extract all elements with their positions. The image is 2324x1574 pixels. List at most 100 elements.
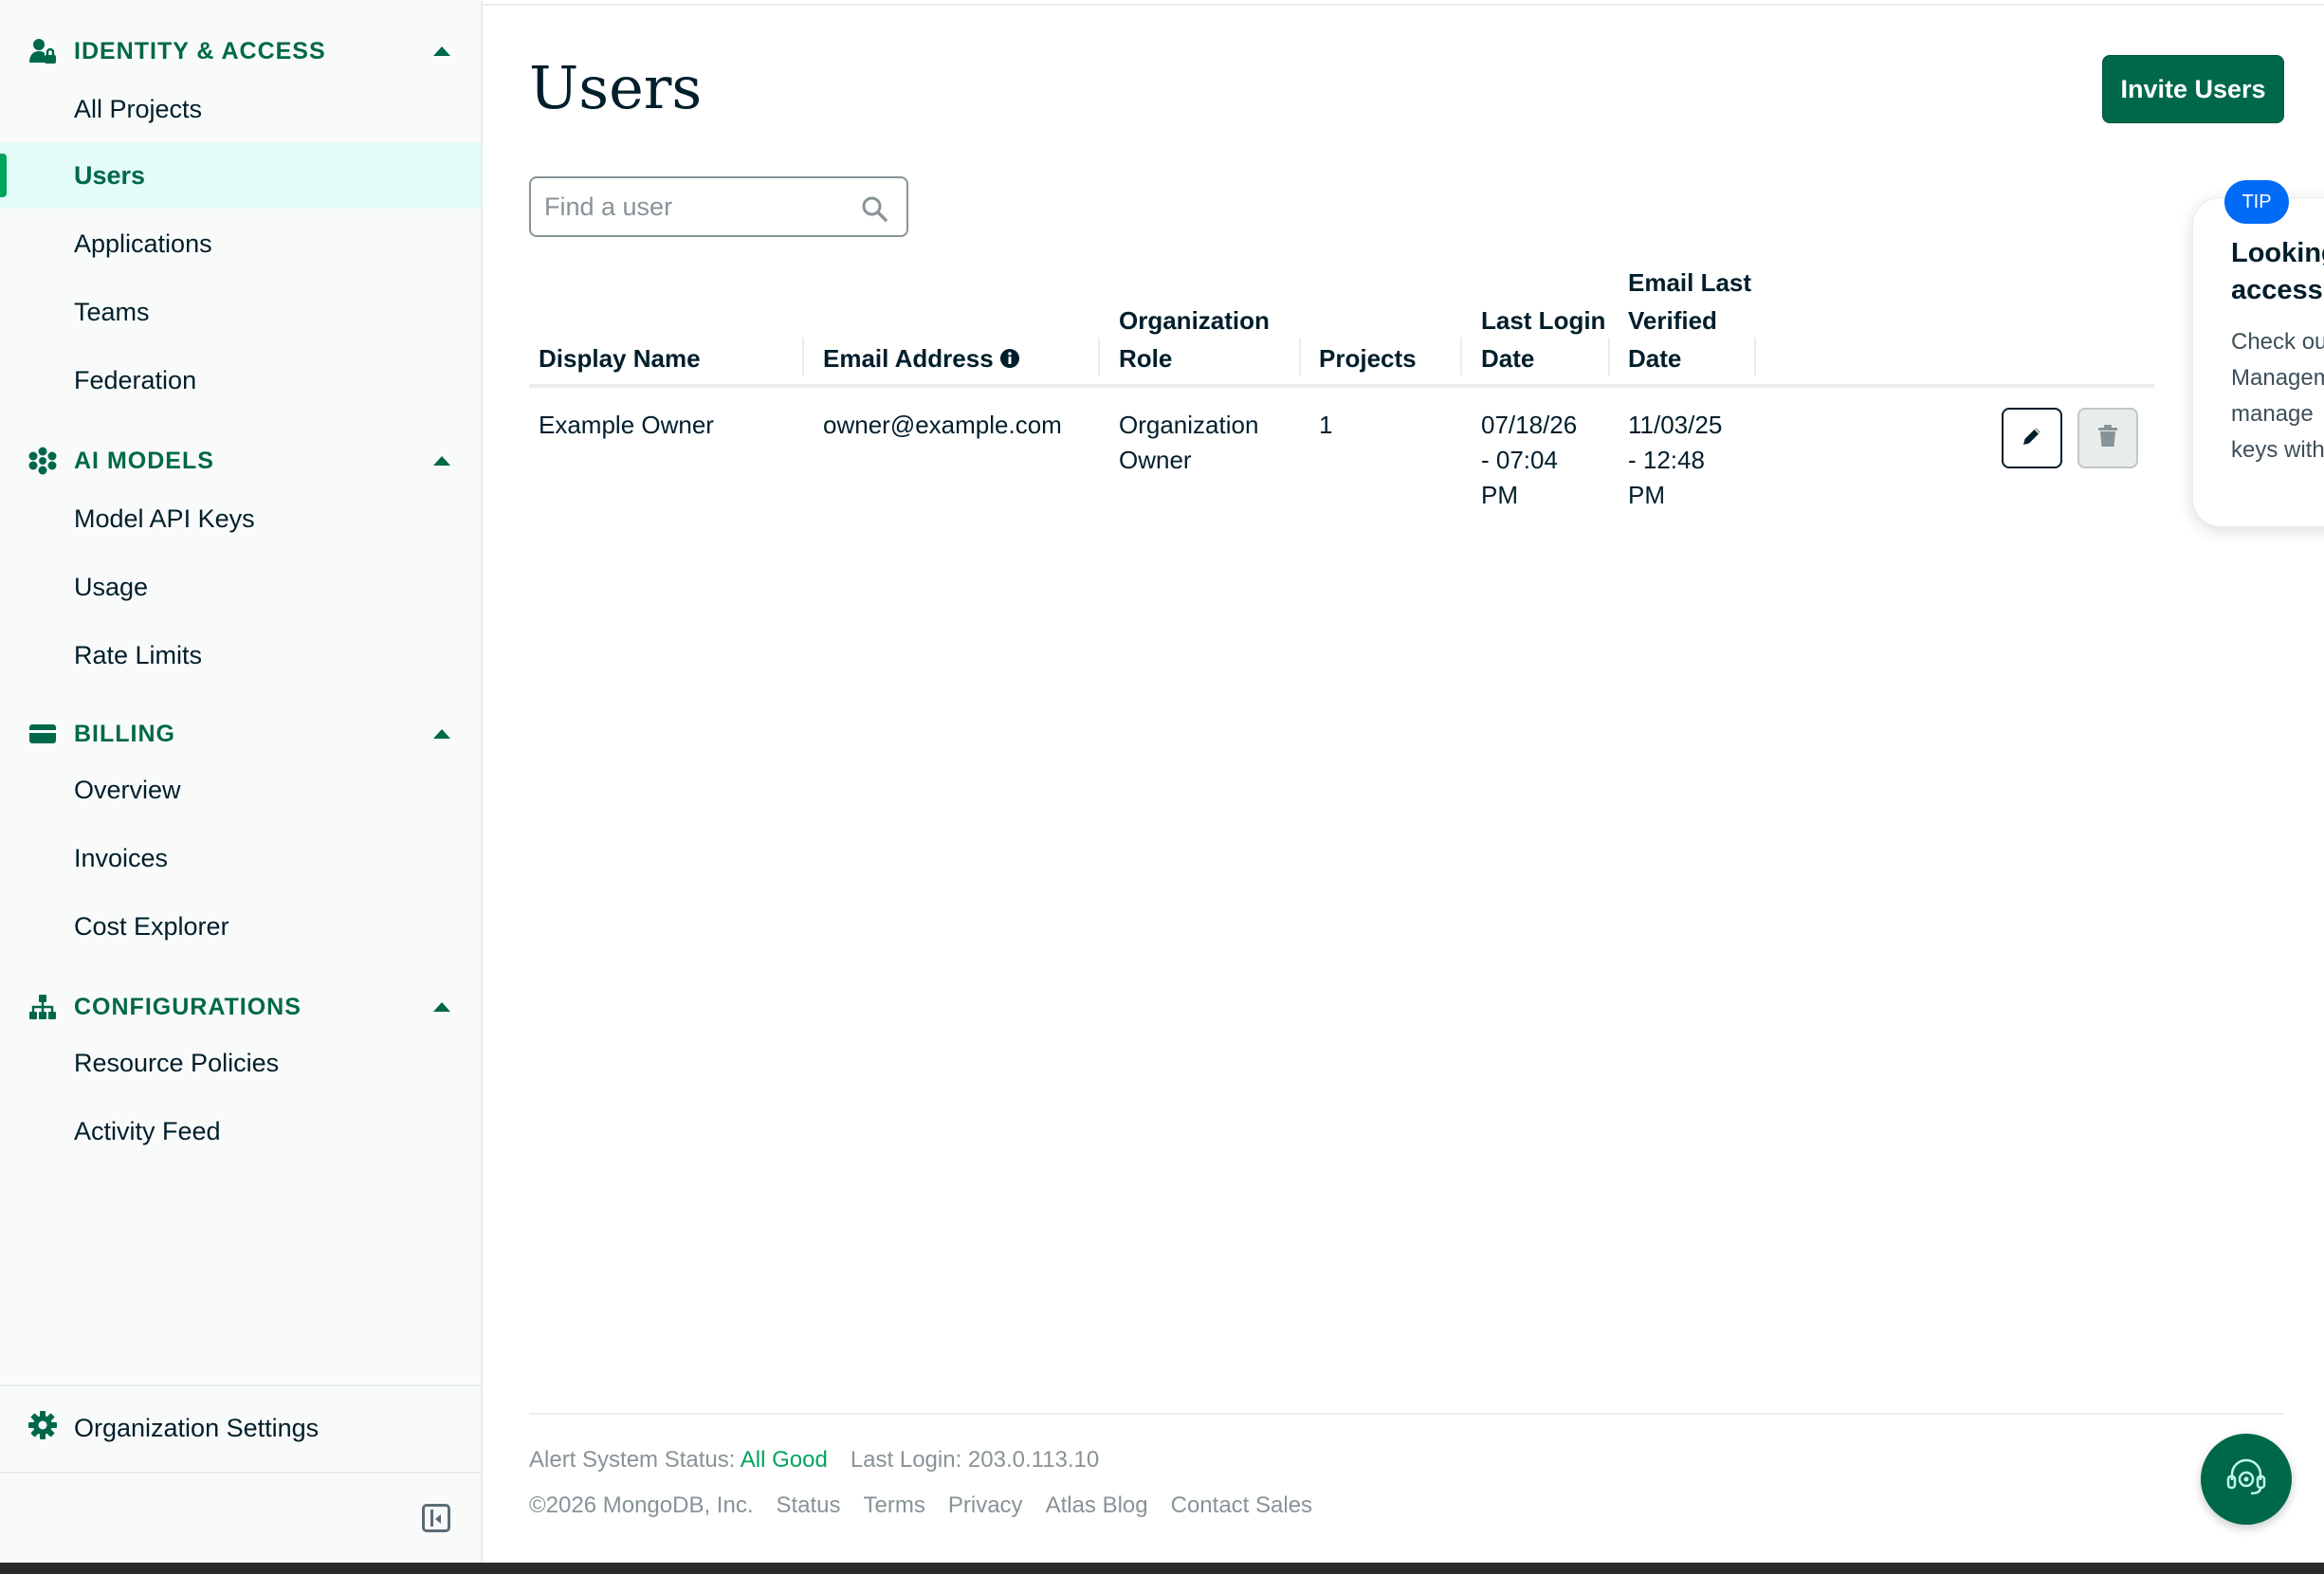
search-icon[interactable] [861, 195, 888, 222]
footer-links-row: ©2026 MongoDB, Inc. Status Terms Privacy… [529, 1492, 1312, 1519]
footer-status-row: Alert System Status: All Good Last Login… [529, 1447, 1099, 1473]
caret-up-icon [433, 729, 450, 739]
column-header-email-verified-line2: Verified [1628, 306, 1717, 335]
alert-status-value[interactable]: All Good [741, 1447, 828, 1473]
footer-link-terms[interactable]: Terms [864, 1492, 925, 1519]
sidebar-item-activity-feed[interactable]: Activity Feed [0, 1098, 481, 1164]
column-header-org-role-line2: Role [1119, 344, 1173, 373]
organization-settings-label: Organization Settings [74, 1413, 320, 1442]
section-configurations[interactable]: CONFIGURATIONS [28, 988, 450, 1026]
tip-title: Looking access [2231, 235, 2324, 309]
tip-body-line4: keys with [2231, 437, 2324, 463]
last-login-info: Last Login: 203.0.113.10 [850, 1447, 1100, 1473]
sidebar-item-invoices[interactable]: Invoices [0, 825, 481, 891]
delete-user-button[interactable] [2077, 408, 2138, 468]
tip-title-line2: access [2231, 275, 2323, 305]
cell-email-verified-line2: - 12:48 [1628, 446, 1705, 474]
search-field[interactable] [529, 176, 908, 237]
tip-badge: TIP [2224, 180, 2289, 224]
column-header-last-login-line2: Date [1481, 344, 1535, 373]
column-separator [1608, 338, 1610, 375]
column-header-email-verified[interactable]: Email Last Verified Date [1628, 264, 1751, 377]
cell-email-verified: 11/03/25 - 12:48 PM [1628, 408, 1722, 513]
section-title: BILLING [74, 720, 175, 747]
edit-user-button[interactable] [2002, 408, 2062, 468]
copyright: ©2026 MongoDB, Inc. [529, 1492, 754, 1518]
sidebar-divider [0, 1384, 481, 1386]
sidebar-item-all-projects[interactable]: All Projects [0, 76, 481, 142]
organization-settings-link[interactable]: Organization Settings [28, 1409, 319, 1447]
footer-link-privacy[interactable]: Privacy [948, 1492, 1023, 1519]
column-separator [1460, 338, 1462, 375]
info-icon[interactable] [999, 348, 1020, 369]
column-header-org-role[interactable]: Organization Role [1119, 302, 1270, 377]
footer-link-atlas-blog[interactable]: Atlas Blog [1046, 1492, 1148, 1519]
invite-users-button[interactable]: Invite Users [2102, 55, 2284, 123]
sidebar-item-applications[interactable]: Applications [0, 210, 481, 277]
table-header-border [529, 384, 2154, 388]
column-header-projects[interactable]: Projects [1319, 339, 1417, 377]
support-chat-button[interactable] [2201, 1434, 2292, 1525]
column-header-email-label: Email Address [823, 344, 994, 373]
cell-email-verified-line3: PM [1628, 481, 1665, 509]
caret-up-icon [433, 1002, 450, 1012]
caret-up-icon [433, 456, 450, 466]
column-separator [1098, 338, 1100, 375]
ai-models-icon [28, 447, 57, 475]
tip-body-line1: Check out [2231, 329, 2324, 355]
credit-card-icon [28, 720, 57, 748]
cell-org-role-line1: Organization [1119, 411, 1259, 439]
column-header-email[interactable]: Email Address [823, 339, 1020, 377]
section-billing[interactable]: BILLING [28, 715, 450, 753]
sidebar-item-federation[interactable]: Federation [0, 347, 481, 413]
sidebar-item-teams[interactable]: Teams [0, 279, 481, 345]
sidebar: IDENTITY & ACCESS All Projects Users App… [0, 0, 483, 1563]
footer-link-contact-sales[interactable]: Contact Sales [1171, 1492, 1312, 1519]
sidebar-item-model-api-keys[interactable]: Model API Keys [0, 485, 481, 552]
column-header-email-verified-line3: Date [1628, 344, 1682, 373]
hierarchy-icon [28, 993, 57, 1021]
cell-email-verified-line1: 11/03/25 [1628, 411, 1723, 439]
page-title: Users [529, 53, 703, 122]
cell-last-login-line3: PM [1481, 481, 1518, 509]
collapse-sidebar-icon[interactable] [422, 1504, 450, 1532]
trash-icon [2096, 424, 2119, 453]
window-bottom-bar [0, 1563, 2324, 1574]
tip-body-line3: manage [2231, 401, 2314, 427]
section-title: AI MODELS [74, 447, 214, 474]
cell-display-name: Example Owner [539, 411, 714, 439]
sidebar-item-cost-explorer[interactable]: Cost Explorer [0, 893, 481, 960]
cell-org-role-line2: Owner [1119, 446, 1192, 474]
section-title: CONFIGURATIONS [74, 993, 302, 1020]
sidebar-item-rate-limits[interactable]: Rate Limits [0, 622, 481, 688]
tip-body-line2: Managem [2231, 365, 2324, 391]
column-header-display-name[interactable]: Display Name [539, 339, 701, 377]
alert-status: Alert System Status: All Good [529, 1447, 828, 1473]
footer-link-status[interactable]: Status [776, 1492, 840, 1519]
person-lock-icon [28, 37, 57, 65]
column-header-org-role-line1: Organization [1119, 306, 1270, 335]
gear-icon [28, 1410, 57, 1446]
section-title: IDENTITY & ACCESS [74, 37, 326, 64]
tip-title-line1: Looking [2231, 238, 2324, 268]
sidebar-item-resource-policies[interactable]: Resource Policies [0, 1030, 481, 1096]
column-header-email-verified-line1: Email Last [1628, 268, 1752, 297]
cell-last-login: 07/18/26 - 07:04 PM [1481, 408, 1577, 513]
section-identity-access[interactable]: IDENTITY & ACCESS [28, 32, 450, 70]
column-separator [802, 338, 804, 375]
caret-up-icon [433, 46, 450, 56]
sidebar-item-overview[interactable]: Overview [0, 757, 481, 823]
alert-status-label: Alert System Status: [529, 1447, 736, 1473]
search-input[interactable] [544, 186, 857, 228]
section-ai-models[interactable]: AI MODELS [28, 442, 450, 480]
sidebar-item-users[interactable]: Users [0, 142, 481, 209]
cell-projects: 1 [1319, 411, 1333, 439]
top-border [483, 0, 2324, 6]
column-separator [1754, 338, 1756, 375]
cell-org-role: Organization Owner [1119, 408, 1258, 478]
column-header-last-login[interactable]: Last Login Date [1481, 302, 1605, 377]
footer-divider [529, 1413, 2284, 1415]
cell-last-login-line1: 07/18/26 [1481, 411, 1578, 439]
sidebar-item-usage[interactable]: Usage [0, 554, 481, 620]
column-header-last-login-line1: Last Login [1481, 306, 1606, 335]
